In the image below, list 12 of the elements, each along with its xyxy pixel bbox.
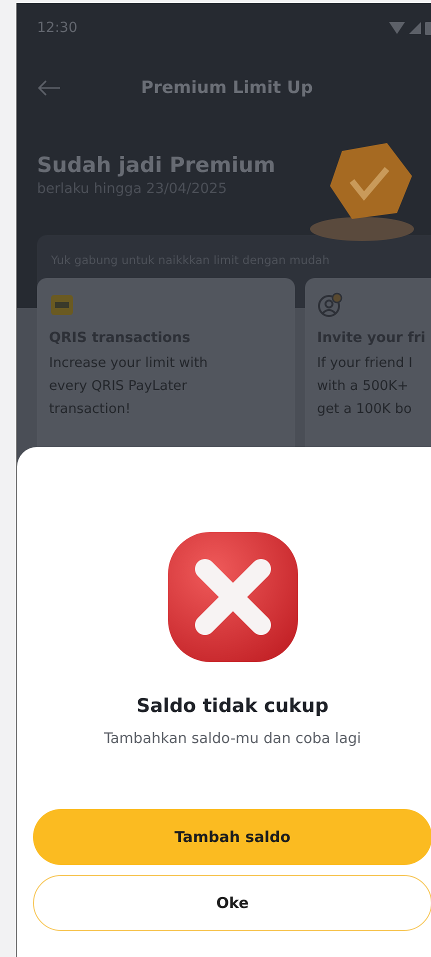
user-add-icon — [317, 292, 343, 318]
signal-icon — [409, 22, 421, 34]
header-title: Premium Limit Up — [141, 78, 313, 98]
wifi-icon — [389, 22, 405, 34]
ok-button[interactable]: Oke — [33, 875, 431, 931]
top-up-button[interactable]: Tambah saldo — [33, 809, 431, 865]
qr-code-icon — [49, 292, 75, 318]
dialog-message: Tambahkan saldo-mu dan coba lagi — [104, 731, 362, 747]
hero-title: Sudah jadi Premium — [37, 153, 276, 177]
status-time: 12:30 — [37, 20, 78, 36]
dialog-title: Saldo tidak cukup — [136, 695, 329, 717]
back-arrow-icon[interactable] — [37, 80, 61, 96]
